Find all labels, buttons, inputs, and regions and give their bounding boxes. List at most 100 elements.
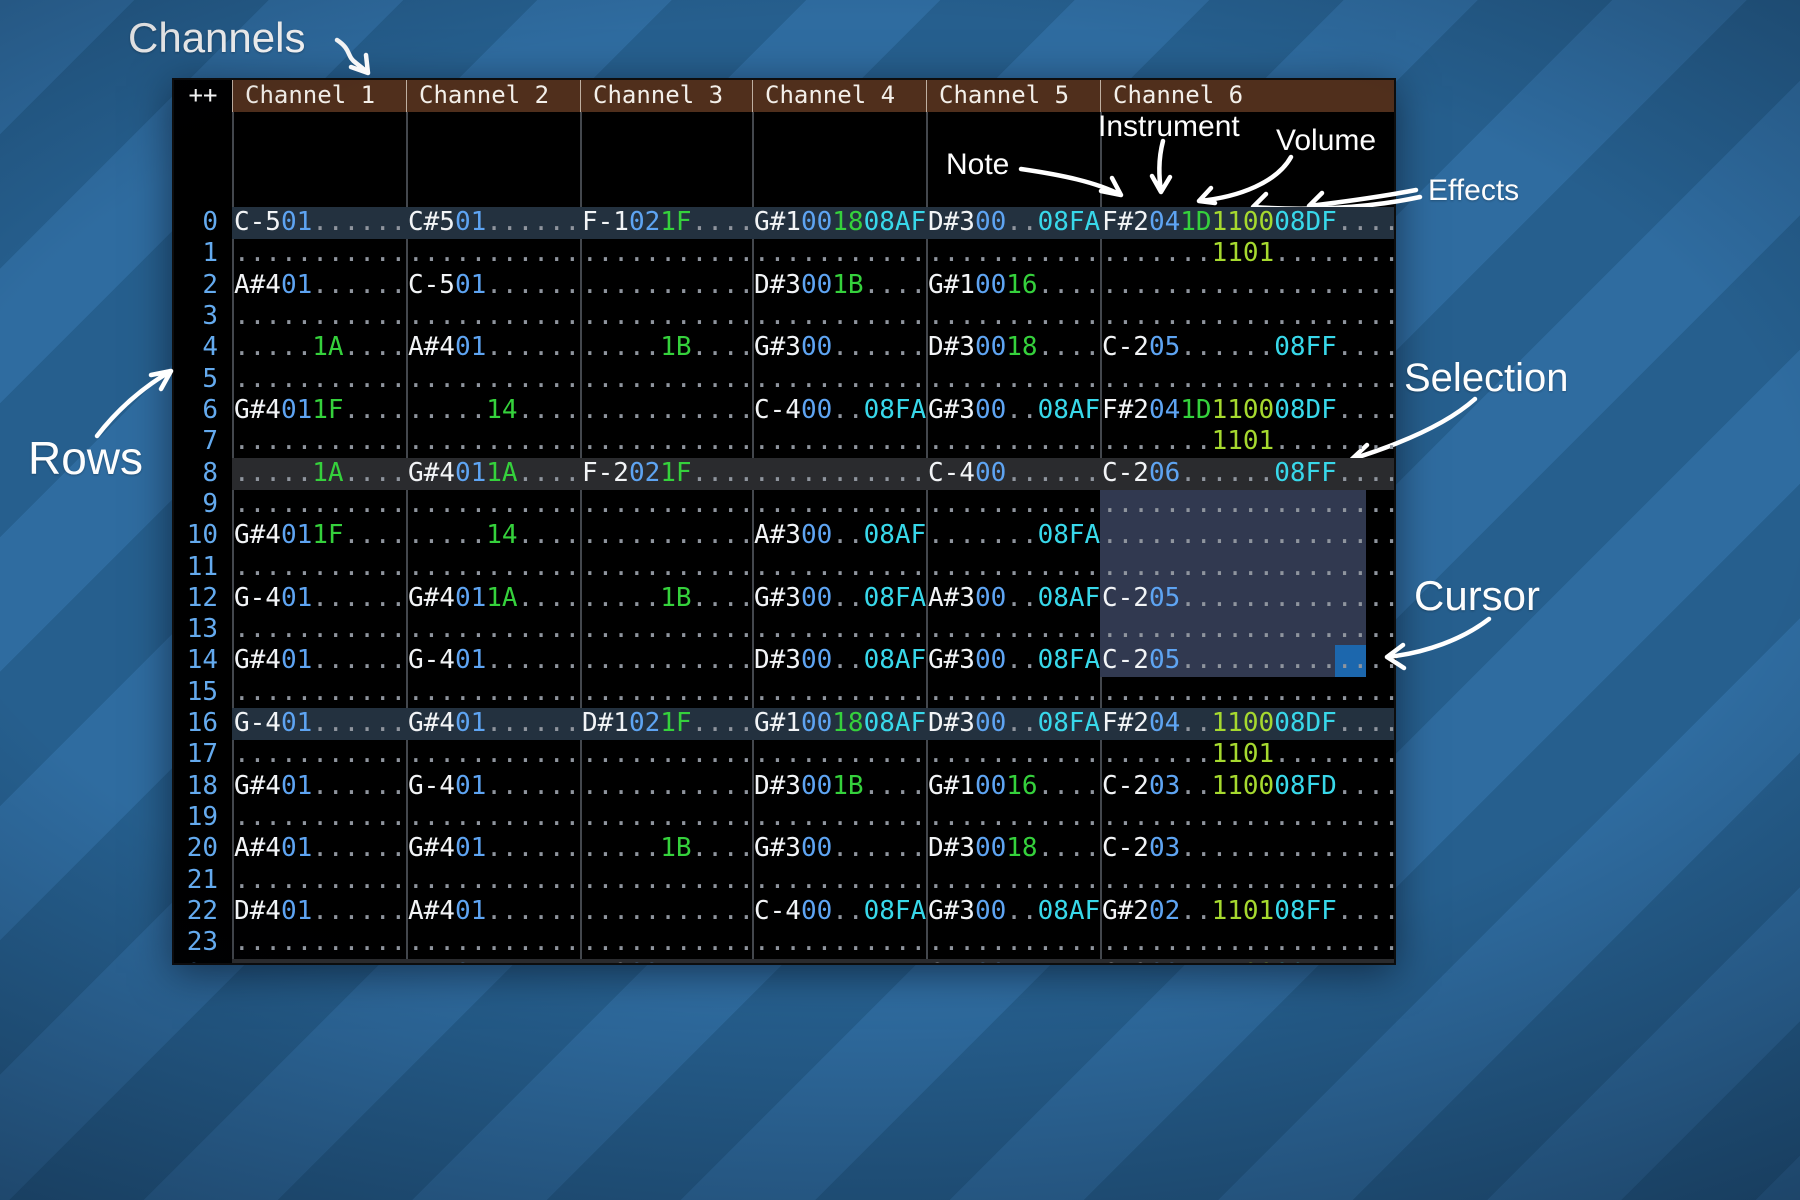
pattern-cell[interactable]: ........... bbox=[928, 301, 1100, 332]
pattern-cell[interactable]: ........... bbox=[408, 301, 580, 332]
pattern-cell[interactable]: A#401...... bbox=[234, 833, 406, 864]
pattern-cell[interactable]: ................... bbox=[1102, 364, 1396, 395]
pattern-cell[interactable]: .......1101........ bbox=[1102, 238, 1396, 269]
pattern-cell[interactable]: G#4011A.... bbox=[408, 583, 580, 614]
pattern-cell[interactable]: ........... bbox=[234, 739, 406, 770]
pattern-cell[interactable]: ........... bbox=[582, 739, 754, 770]
pattern-cell[interactable]: ........... bbox=[408, 865, 580, 896]
pattern-cell[interactable]: G#202..110108FF.... bbox=[1102, 896, 1396, 927]
pattern-cell[interactable]: ........... bbox=[754, 739, 926, 770]
pattern-cell[interactable]: ................... bbox=[1102, 489, 1396, 520]
pattern-cell[interactable]: ........... bbox=[582, 677, 754, 708]
pattern-cell[interactable]: G-401...... bbox=[408, 645, 580, 676]
pattern-cell[interactable]: A#401...... bbox=[408, 896, 580, 927]
pattern-cell[interactable]: .....1A.... bbox=[234, 332, 406, 363]
pattern-cell[interactable]: ........... bbox=[928, 552, 1100, 583]
pattern-cell[interactable]: ................... bbox=[1102, 270, 1396, 301]
pattern-cell[interactable]: G-401...... bbox=[234, 583, 406, 614]
pattern-cell[interactable]: F#2041D110008DF.... bbox=[1102, 207, 1396, 238]
pattern-cell[interactable]: ........... bbox=[582, 552, 754, 583]
pattern-cell[interactable]: ........... bbox=[582, 614, 754, 645]
pattern-cell[interactable]: ........... bbox=[234, 238, 406, 269]
pattern-cell[interactable]: ........... bbox=[234, 426, 406, 457]
pattern-cell[interactable]: C-205......08FF.... bbox=[1102, 332, 1396, 363]
pattern-cell[interactable]: ........... bbox=[928, 426, 1100, 457]
pattern-cell[interactable]: A#401...... bbox=[408, 332, 580, 363]
pattern-cell[interactable]: .....1B.... bbox=[582, 833, 754, 864]
pattern-cell[interactable]: A#300..08AF bbox=[928, 583, 1100, 614]
pattern-cell[interactable]: G#401...... bbox=[234, 771, 406, 802]
pattern-cell[interactable]: G#4011F.... bbox=[234, 395, 406, 426]
pattern-cell[interactable]: ................... bbox=[1102, 614, 1396, 645]
pattern-cell[interactable]: ........... bbox=[928, 739, 1100, 770]
pattern-cell[interactable]: ................... bbox=[1102, 677, 1396, 708]
pattern-cell[interactable]: ........... bbox=[754, 927, 926, 958]
pattern-cell[interactable]: ........... bbox=[234, 614, 406, 645]
pattern-cell[interactable]: ........... bbox=[234, 677, 406, 708]
pattern-cell[interactable]: G#300..08FA bbox=[928, 645, 1100, 676]
pattern-cell[interactable]: ........... bbox=[928, 364, 1100, 395]
pattern-cell[interactable]: G#401...... bbox=[408, 708, 580, 739]
pattern-cell[interactable]: ........... bbox=[754, 238, 926, 269]
pattern-cell[interactable]: C#501...... bbox=[408, 207, 580, 238]
pattern-cell[interactable]: ........... bbox=[928, 802, 1100, 833]
pattern-cell[interactable]: ........... bbox=[408, 927, 580, 958]
channel-header-2[interactable]: Channel 2 bbox=[406, 80, 580, 112]
pattern-cell[interactable]: G#401...... bbox=[234, 645, 406, 676]
pattern-cell[interactable]: ........... bbox=[408, 238, 580, 269]
pattern-cell[interactable]: ........... bbox=[754, 802, 926, 833]
pattern-cell[interactable]: ........... bbox=[754, 552, 926, 583]
pattern-cell[interactable]: ........... bbox=[754, 301, 926, 332]
pattern-cell[interactable]: ........... bbox=[408, 364, 580, 395]
pattern-cell[interactable]: A#300..08AF bbox=[754, 520, 926, 551]
pattern-cell[interactable]: ........... bbox=[928, 614, 1100, 645]
pattern-cell[interactable]: ................... bbox=[1102, 927, 1396, 958]
pattern-cell[interactable]: ........... bbox=[754, 426, 926, 457]
pattern-cell[interactable]: ........... bbox=[928, 927, 1100, 958]
pattern-cell[interactable]: ........... bbox=[408, 802, 580, 833]
pattern-cell[interactable]: C-302..110008FD.... bbox=[1102, 959, 1396, 965]
pattern-cell[interactable]: ........... bbox=[234, 489, 406, 520]
channel-header-5[interactable]: Channel 5 bbox=[926, 80, 1100, 112]
pattern-cell[interactable]: ........... bbox=[582, 802, 754, 833]
pattern-cell[interactable]: ................... bbox=[1102, 802, 1396, 833]
pattern-cell[interactable]: D#30018.... bbox=[928, 332, 1100, 363]
pattern-cell[interactable]: .....1B.... bbox=[582, 583, 754, 614]
pattern-cell[interactable]: D#2021F.... bbox=[582, 959, 754, 965]
pattern-cell[interactable]: ........... bbox=[234, 802, 406, 833]
pattern-cell[interactable]: G-401...... bbox=[408, 771, 580, 802]
pattern-cell[interactable]: ........... bbox=[408, 489, 580, 520]
pattern-cell[interactable]: D#3001B.... bbox=[754, 270, 926, 301]
pattern-cell[interactable]: C-205.............. bbox=[1102, 645, 1396, 676]
pattern-cell[interactable]: C-400..08FA bbox=[754, 896, 926, 927]
pattern-cell[interactable]: G#1001808AF bbox=[754, 207, 926, 238]
pattern-cell[interactable]: ........... bbox=[754, 364, 926, 395]
pattern-cell[interactable]: G#300..08FA bbox=[754, 583, 926, 614]
pattern-cell[interactable]: ........... bbox=[234, 959, 406, 965]
pattern-cell[interactable]: ........... bbox=[928, 238, 1100, 269]
pattern-cell[interactable]: C-501...... bbox=[408, 270, 580, 301]
pattern-cell[interactable]: D#401...... bbox=[234, 896, 406, 927]
pattern-cell[interactable]: ........... bbox=[928, 865, 1100, 896]
pattern-cell[interactable]: .....1A.... bbox=[234, 458, 406, 489]
pattern-cell[interactable]: ........... bbox=[754, 458, 926, 489]
pattern-cell[interactable]: D#30018.... bbox=[928, 833, 1100, 864]
pattern-cell[interactable]: C-400..08FA bbox=[754, 395, 926, 426]
pattern-cell[interactable]: ........... bbox=[582, 645, 754, 676]
pattern-cell[interactable]: ........... bbox=[582, 927, 754, 958]
pattern-cell[interactable]: D#300..08AF bbox=[754, 645, 926, 676]
pattern-cell[interactable]: ........... bbox=[582, 426, 754, 457]
pattern-cell[interactable]: F#2041D110008DF.... bbox=[1102, 395, 1396, 426]
pattern-cell[interactable]: C-501...... bbox=[234, 207, 406, 238]
pattern-cell[interactable]: ........... bbox=[928, 677, 1100, 708]
pattern-cell[interactable]: ........... bbox=[582, 865, 754, 896]
pattern-cell[interactable]: .......08FA bbox=[928, 520, 1100, 551]
pattern-cell[interactable]: ........... bbox=[754, 614, 926, 645]
pattern-cell[interactable]: C-203..110008FD.... bbox=[1102, 771, 1396, 802]
channel-header-3[interactable]: Channel 3 bbox=[580, 80, 752, 112]
pattern-corner-button[interactable]: ++ bbox=[174, 80, 232, 112]
pattern-cell[interactable]: ........... bbox=[582, 520, 754, 551]
pattern-cell[interactable]: ........... bbox=[582, 896, 754, 927]
pattern-cell[interactable]: C-400...... bbox=[928, 959, 1100, 965]
pattern-cell[interactable]: G-401...... bbox=[234, 708, 406, 739]
